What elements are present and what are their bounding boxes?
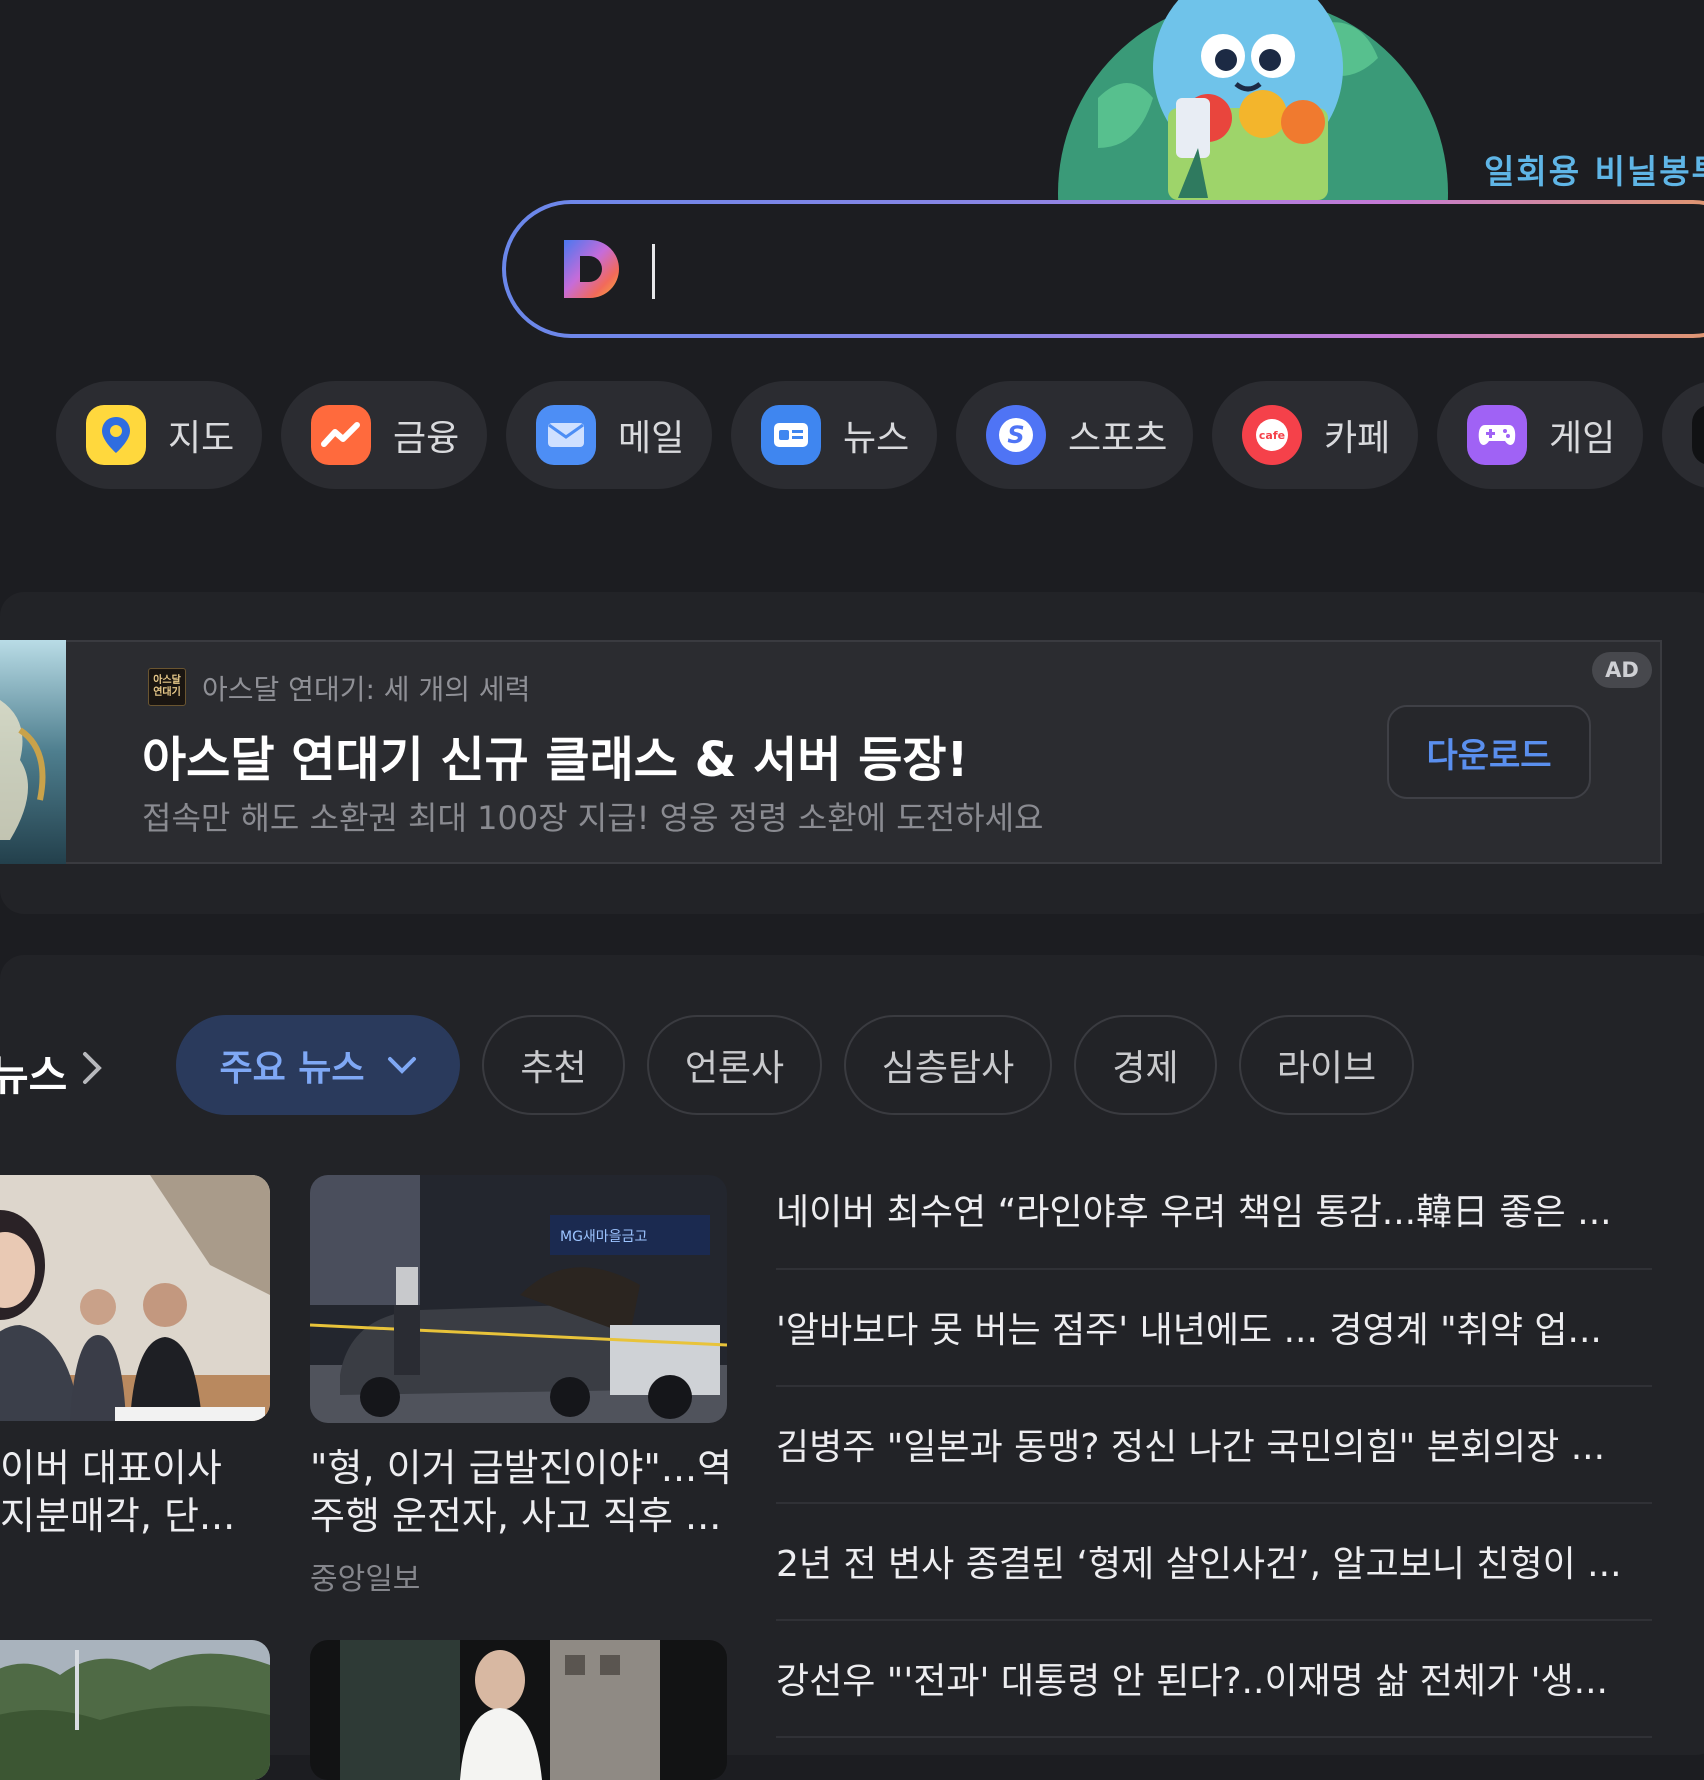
shortcut-finance[interactable]: 금융 (281, 381, 487, 489)
news-card-title[interactable]: "형, 이거 급발진이야"...역 (310, 1444, 728, 1492)
tab-economy[interactable]: 경제 (1074, 1015, 1217, 1115)
tab-label: 언론사 (684, 1048, 785, 1089)
news-card-thumbnail[interactable]: MG새마을금고 (310, 1175, 727, 1423)
tab-press[interactable]: 언론사 (647, 1015, 822, 1115)
shortcut-game[interactable]: 게임 (1437, 381, 1643, 489)
shortcut-more[interactable] (1662, 381, 1704, 489)
shortcut-label: 카페 (1324, 418, 1391, 459)
sports-icon: S (986, 405, 1046, 465)
news-headline[interactable]: 강선우 "'전과' 대통령 안 된다?..이재명 삶 전체가 '생... (776, 1619, 1652, 1736)
headline-divider (776, 1736, 1652, 1738)
search-input-caret[interactable] (652, 244, 655, 299)
shortcut-sports[interactable]: S 스포츠 (956, 381, 1193, 489)
tab-label: 주요 뉴스 (219, 1048, 365, 1089)
news-heading[interactable]: 뉴스 (0, 1042, 67, 1103)
more-shortcut-icon (1692, 405, 1704, 465)
mail-icon (536, 405, 596, 465)
ad-description: 접속만 해도 소환권 최대 100장 지급! 영웅 정령 소환에 도전하세요 (142, 799, 1044, 837)
ad-thumbnail[interactable] (0, 640, 66, 864)
news-headline[interactable]: '알바보다 못 버는 점주' 내년에도 ... 경영계 "취약 업... (776, 1268, 1652, 1385)
shortcut-label: 금융 (393, 418, 460, 459)
news-card-thumbnail[interactable] (310, 1640, 727, 1780)
doodle-illustration[interactable] (1058, 0, 1448, 200)
ad-title[interactable]: 아스달 연대기 신규 클래스 & 서버 등장! (142, 720, 968, 790)
doodle-caption[interactable]: 일회용 비닐봉투 (1484, 145, 1704, 193)
tab-label: 경제 (1112, 1048, 1179, 1089)
shortcut-mail[interactable]: 메일 (506, 381, 712, 489)
tab-recommended[interactable]: 추천 (482, 1015, 625, 1115)
svg-text:MG새마을금고: MG새마을금고 (560, 1229, 647, 1245)
shortcut-label: 스포츠 (1068, 418, 1168, 459)
map-pin-icon (86, 405, 146, 465)
ad-download-button[interactable]: 다운로드 (1387, 705, 1591, 799)
shortcut-label: 메일 (618, 418, 685, 459)
tab-label: 라이브 (1276, 1048, 1377, 1089)
news-card-title[interactable]: 지분매각, 단... (0, 1492, 268, 1540)
news-card-source[interactable]: 중앙일보 (310, 1554, 420, 1598)
game-icon (1467, 405, 1527, 465)
daum-logo-icon (560, 236, 626, 302)
ad-source: 아스달 연대기: 세 개의 세력 (202, 673, 531, 706)
news-card-title[interactable]: 이버 대표이사 (0, 1444, 268, 1492)
shortcut-map[interactable]: 지도 (56, 381, 262, 489)
shortcut-label: 지도 (168, 418, 235, 459)
ad-brand-logo: 아스달 연대기 (148, 668, 186, 706)
shortcut-cafe[interactable]: cafe 카페 (1212, 381, 1418, 489)
cafe-icon: cafe (1242, 405, 1302, 465)
chevron-right-icon[interactable] (80, 1048, 104, 1088)
svg-text:cafe: cafe (1259, 429, 1285, 442)
news-headline[interactable]: 네이버 최수연 “라인야후 우려 책임 통감...韓日 좋은 ... (776, 1150, 1652, 1267)
tab-live[interactable]: 라이브 (1239, 1015, 1414, 1115)
ad-brand-logo-text: 아스달 연대기 (153, 675, 181, 698)
tab-main-news[interactable]: 주요 뉴스 (176, 1015, 460, 1115)
news-headline[interactable]: 2년 전 변사 종결된 ‘형제 살인사건’, 알고보니 친형이 ... (776, 1502, 1652, 1619)
chevron-down-icon (387, 1057, 416, 1074)
trend-up-icon (311, 405, 371, 465)
tab-label: 추천 (520, 1048, 587, 1089)
search-bar[interactable] (502, 200, 1704, 338)
news-card-title[interactable]: 주행 운전자, 사고 직후 ... (310, 1492, 728, 1540)
news-card-thumbnail[interactable] (0, 1640, 270, 1780)
news-icon (761, 405, 821, 465)
tab-label: 심층탐사 (881, 1048, 1015, 1089)
svg-text:S: S (1007, 421, 1024, 449)
ad-badge[interactable]: AD (1592, 652, 1652, 688)
shortcut-label: 뉴스 (843, 418, 910, 459)
news-headline[interactable]: 김병주 "일본과 동맹? 정신 나간 국민의힘" 본회의장 ... (776, 1385, 1652, 1502)
shortcut-label: 게임 (1549, 418, 1616, 459)
shortcut-news[interactable]: 뉴스 (731, 381, 937, 489)
tab-in-depth[interactable]: 심층탐사 (844, 1015, 1052, 1115)
news-card-thumbnail[interactable] (0, 1175, 270, 1421)
